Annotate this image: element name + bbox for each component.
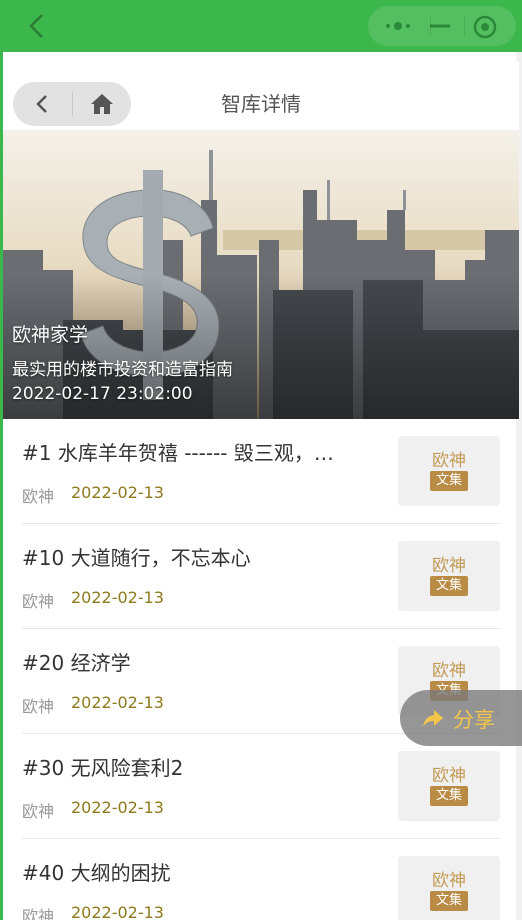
thumbnail-badge: 文集 xyxy=(430,891,468,911)
article-author: 欧神 xyxy=(22,592,55,611)
article-thumbnail: 欧神 文集 xyxy=(398,751,500,821)
thumbnail-text: 欧神 xyxy=(432,766,466,786)
thumbnail-badge: 文集 xyxy=(430,786,468,806)
minus-icon[interactable] xyxy=(428,18,452,34)
list-item[interactable]: #30 无风险套利2 欧神 2022-02-13 欧神 文集 xyxy=(3,734,519,839)
banner-timestamp: 2022-02-17 23:02:00 xyxy=(12,384,193,404)
article-date: 2022-02-13 xyxy=(71,588,164,607)
thumbnail-text: 欧神 xyxy=(432,871,466,891)
page-title: 智库详情 xyxy=(221,92,301,116)
page-header: 智库详情 xyxy=(3,62,519,130)
article-author: 欧神 xyxy=(22,907,55,920)
more-dots-icon[interactable] xyxy=(384,18,412,34)
article-date: 2022-02-13 xyxy=(71,693,164,712)
article-list: #1 水库羊年贺禧 ------ 毁三观，… 欧神 2022-02-13 欧神 … xyxy=(3,419,519,920)
article-author: 欧神 xyxy=(22,697,55,716)
thumbnail-text: 欧神 xyxy=(432,556,466,576)
mini-program-topbar xyxy=(0,0,522,52)
thumbnail-text: 欧神 xyxy=(432,451,466,471)
chevron-left-icon[interactable] xyxy=(26,12,48,40)
article-author: 欧神 xyxy=(22,802,55,821)
article-title: #20 经济学 xyxy=(22,651,131,675)
article-title: #40 大纲的困扰 xyxy=(22,861,171,885)
article-title: #10 大道随行，不忘本心 xyxy=(22,546,251,570)
capsule-menu xyxy=(368,6,516,46)
article-thumbnail: 欧神 文集 xyxy=(398,541,500,611)
article-date: 2022-02-13 xyxy=(71,798,164,817)
article-title: #1 水库羊年贺禧 ------ 毁三观，… xyxy=(22,441,334,465)
list-item[interactable]: #40 大纲的困扰 欧神 2022-02-13 欧神 文集 xyxy=(3,839,519,920)
share-arrow-icon xyxy=(423,710,443,727)
thumbnail-text: 欧神 xyxy=(432,661,466,681)
thumbnail-badge: 文集 xyxy=(430,471,468,491)
article-date: 2022-02-13 xyxy=(71,483,164,502)
list-item[interactable]: #10 大道随行，不忘本心 欧神 2022-02-13 欧神 文集 xyxy=(3,524,519,629)
article-title: #30 无风险套利2 xyxy=(22,756,184,780)
banner-subtitle: 最实用的楼市投资和造富指南 xyxy=(12,360,233,380)
article-date: 2022-02-13 xyxy=(71,903,164,920)
article-thumbnail: 欧神 文集 xyxy=(398,436,500,506)
share-label: 分享 xyxy=(453,708,495,732)
article-thumbnail: 欧神 文集 xyxy=(398,856,500,920)
target-icon[interactable] xyxy=(472,14,498,40)
thumbnail-badge: 文集 xyxy=(430,576,468,596)
banner-image: 欧神家学 最实用的楼市投资和造富指南 2022-02-17 23:02:00 xyxy=(3,130,519,419)
capsule-divider xyxy=(430,16,431,36)
banner-title: 欧神家学 xyxy=(12,324,89,346)
article-author: 欧神 xyxy=(22,487,55,506)
share-button[interactable]: 分享 xyxy=(400,690,522,746)
list-item[interactable]: #1 水库羊年贺禧 ------ 毁三观，… 欧神 2022-02-13 欧神 … xyxy=(3,419,519,524)
capsule-divider xyxy=(464,16,465,36)
